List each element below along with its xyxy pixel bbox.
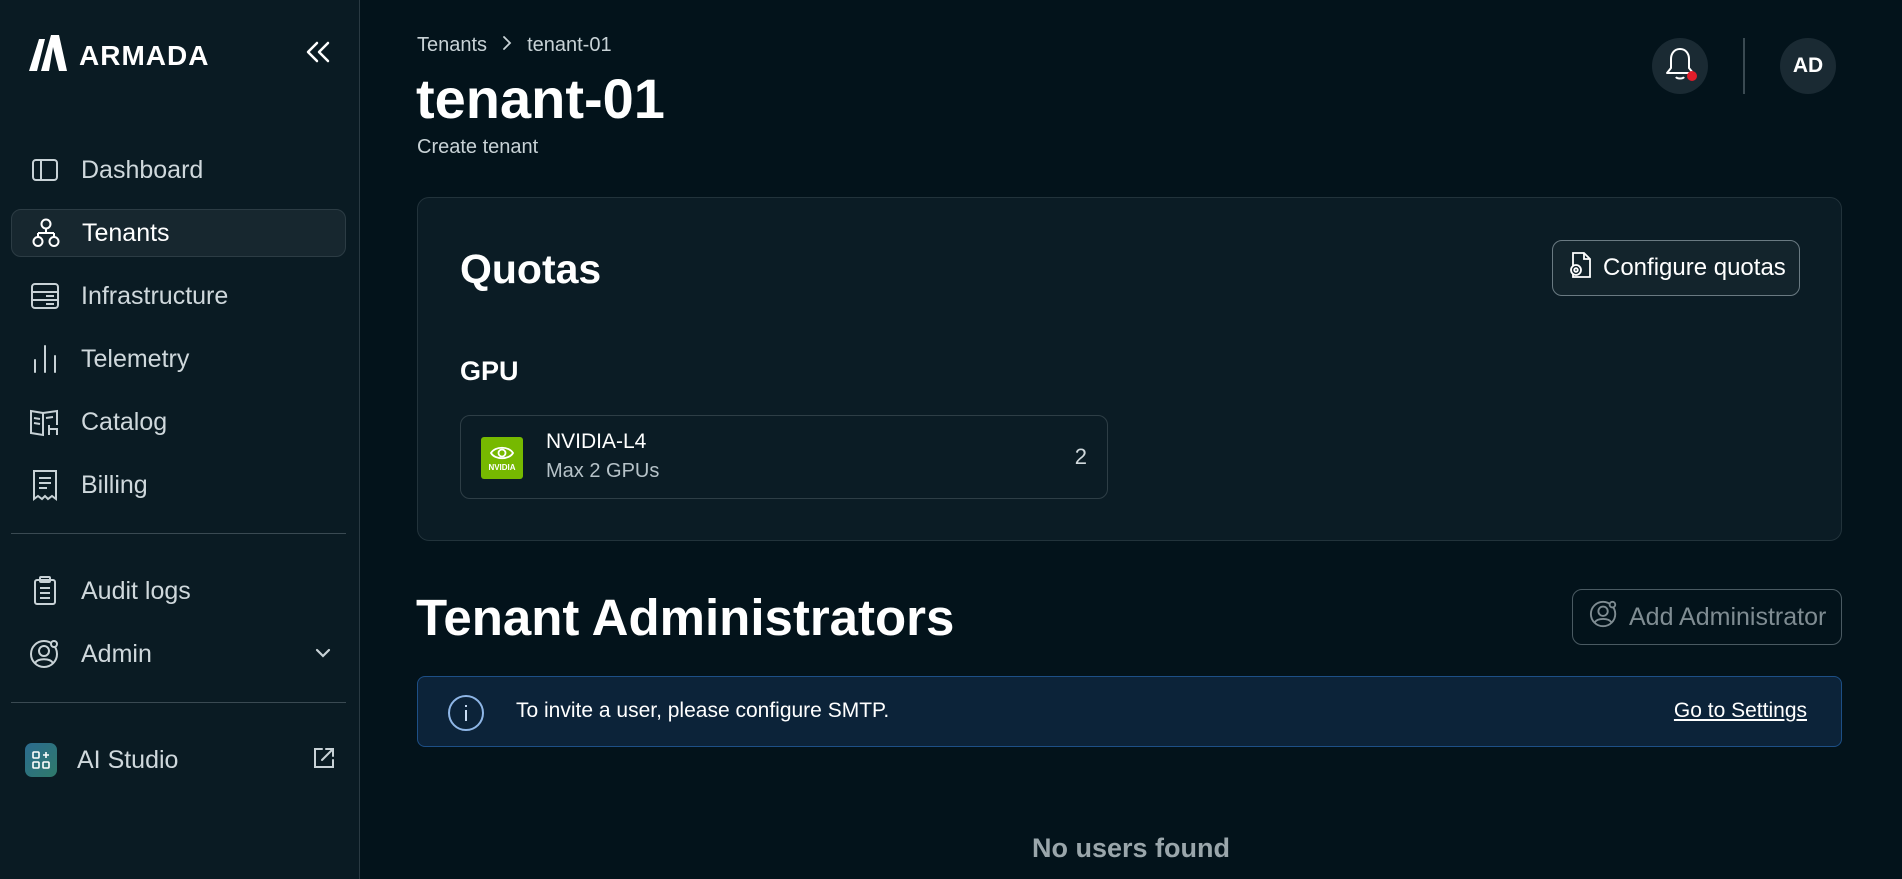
sidebar-item-label: Tenants	[82, 218, 170, 247]
sidebar-item-catalog[interactable]: Catalog	[11, 398, 346, 446]
page-title: tenant-01	[416, 67, 665, 130]
chevron-down-icon	[314, 640, 332, 673]
banner-message: To invite a user, please configure SMTP.	[516, 699, 890, 722]
smtp-info-banner: To invite a user, please configure SMTP.…	[417, 676, 1842, 747]
gpu-section-label: GPU	[460, 356, 519, 386]
nvidia-logo-icon: NVIDIA	[481, 437, 523, 479]
empty-state-text: No users found	[1032, 833, 1231, 863]
page-subtitle: Create tenant	[417, 136, 539, 158]
sidebar-item-label: Telemetry	[81, 344, 190, 373]
gpu-quota-row: NVIDIA NVIDIA-L4 Max 2 GPUs 2	[460, 415, 1108, 499]
configure-quotas-label: Configure quotas	[1603, 254, 1786, 281]
breadcrumb: Tenants tenant-01	[417, 34, 612, 57]
bar-chart-icon	[29, 343, 61, 375]
ai-studio-logo	[25, 743, 57, 777]
sidebar: ARMADA Dashboard Tenants Infrastructure	[0, 0, 360, 879]
chevron-right-icon	[501, 34, 513, 57]
sidebar-item-ai-studio[interactable]: AI Studio	[11, 736, 346, 784]
double-chevron-left-icon	[304, 40, 332, 69]
brand-name: ARMADA	[79, 39, 210, 71]
breadcrumb-current: tenant-01	[527, 34, 612, 56]
user-gear-icon	[29, 638, 61, 670]
sidebar-panel-icon	[29, 154, 61, 186]
go-to-settings-link[interactable]: Go to Settings	[1674, 699, 1807, 723]
ai-studio-icon	[25, 743, 57, 777]
sidebar-item-infrastructure[interactable]: Infrastructure	[11, 272, 346, 320]
quotas-title: Quotas	[460, 246, 602, 292]
gpu-description: Max 2 GPUs	[546, 460, 660, 482]
tenants-hierarchy-icon	[30, 217, 62, 249]
sidebar-divider	[11, 533, 346, 534]
nvidia-logo-text: NVIDIA	[488, 463, 516, 472]
sidebar-item-audit-logs[interactable]: Audit logs	[11, 567, 346, 615]
sidebar-item-label: Billing	[81, 470, 148, 499]
sidebar-item-tenants[interactable]: Tenants	[11, 209, 346, 257]
brand-logo[interactable]: ARMADA	[27, 33, 209, 78]
breadcrumb-parent-link[interactable]: Tenants	[417, 34, 487, 57]
sidebar-item-label: Dashboard	[81, 155, 204, 184]
header-divider	[1743, 38, 1745, 94]
tenant-administrators-title: Tenant Administrators	[416, 589, 955, 646]
sidebar-item-dashboard[interactable]: Dashboard	[11, 146, 346, 194]
notification-badge	[1687, 71, 1697, 81]
sidebar-item-billing[interactable]: Billing	[11, 461, 346, 509]
clipboard-icon	[29, 575, 61, 607]
add-user-icon	[1589, 599, 1619, 636]
document-gear-icon	[1567, 251, 1593, 286]
sidebar-divider	[11, 702, 346, 703]
armada-logo-icon	[27, 33, 71, 78]
add-administrator-button[interactable]: Add Administrator	[1572, 589, 1842, 645]
collapse-sidebar-button[interactable]	[300, 38, 336, 70]
receipt-icon	[29, 469, 61, 501]
sidebar-item-label: Catalog	[81, 407, 168, 436]
gpu-count: 2	[1074, 444, 1087, 469]
configure-quotas-button[interactable]: Configure quotas	[1552, 240, 1800, 296]
user-avatar[interactable]: AD	[1780, 38, 1836, 94]
sidebar-nav: Dashboard Tenants Infrastructure Telemet…	[11, 146, 346, 799]
sidebar-item-label: Audit logs	[81, 576, 191, 605]
sidebar-item-admin[interactable]: Admin	[11, 630, 346, 678]
sidebar-item-label: Infrastructure	[81, 281, 229, 310]
sidebar-item-label: AI Studio	[77, 745, 179, 774]
sidebar-item-label: Admin	[81, 639, 152, 668]
notifications-button[interactable]	[1652, 38, 1708, 94]
gpu-name: NVIDIA-L4	[546, 430, 647, 453]
external-link-icon	[310, 744, 338, 779]
add-administrator-label: Add Administrator	[1629, 602, 1827, 631]
quotas-card: Quotas Configure quotas GPU NVIDIA NVIDI…	[417, 197, 1842, 541]
info-icon	[448, 695, 484, 731]
sidebar-item-telemetry[interactable]: Telemetry	[11, 335, 346, 383]
server-rack-icon	[29, 280, 61, 312]
catalog-book-icon	[29, 406, 61, 438]
